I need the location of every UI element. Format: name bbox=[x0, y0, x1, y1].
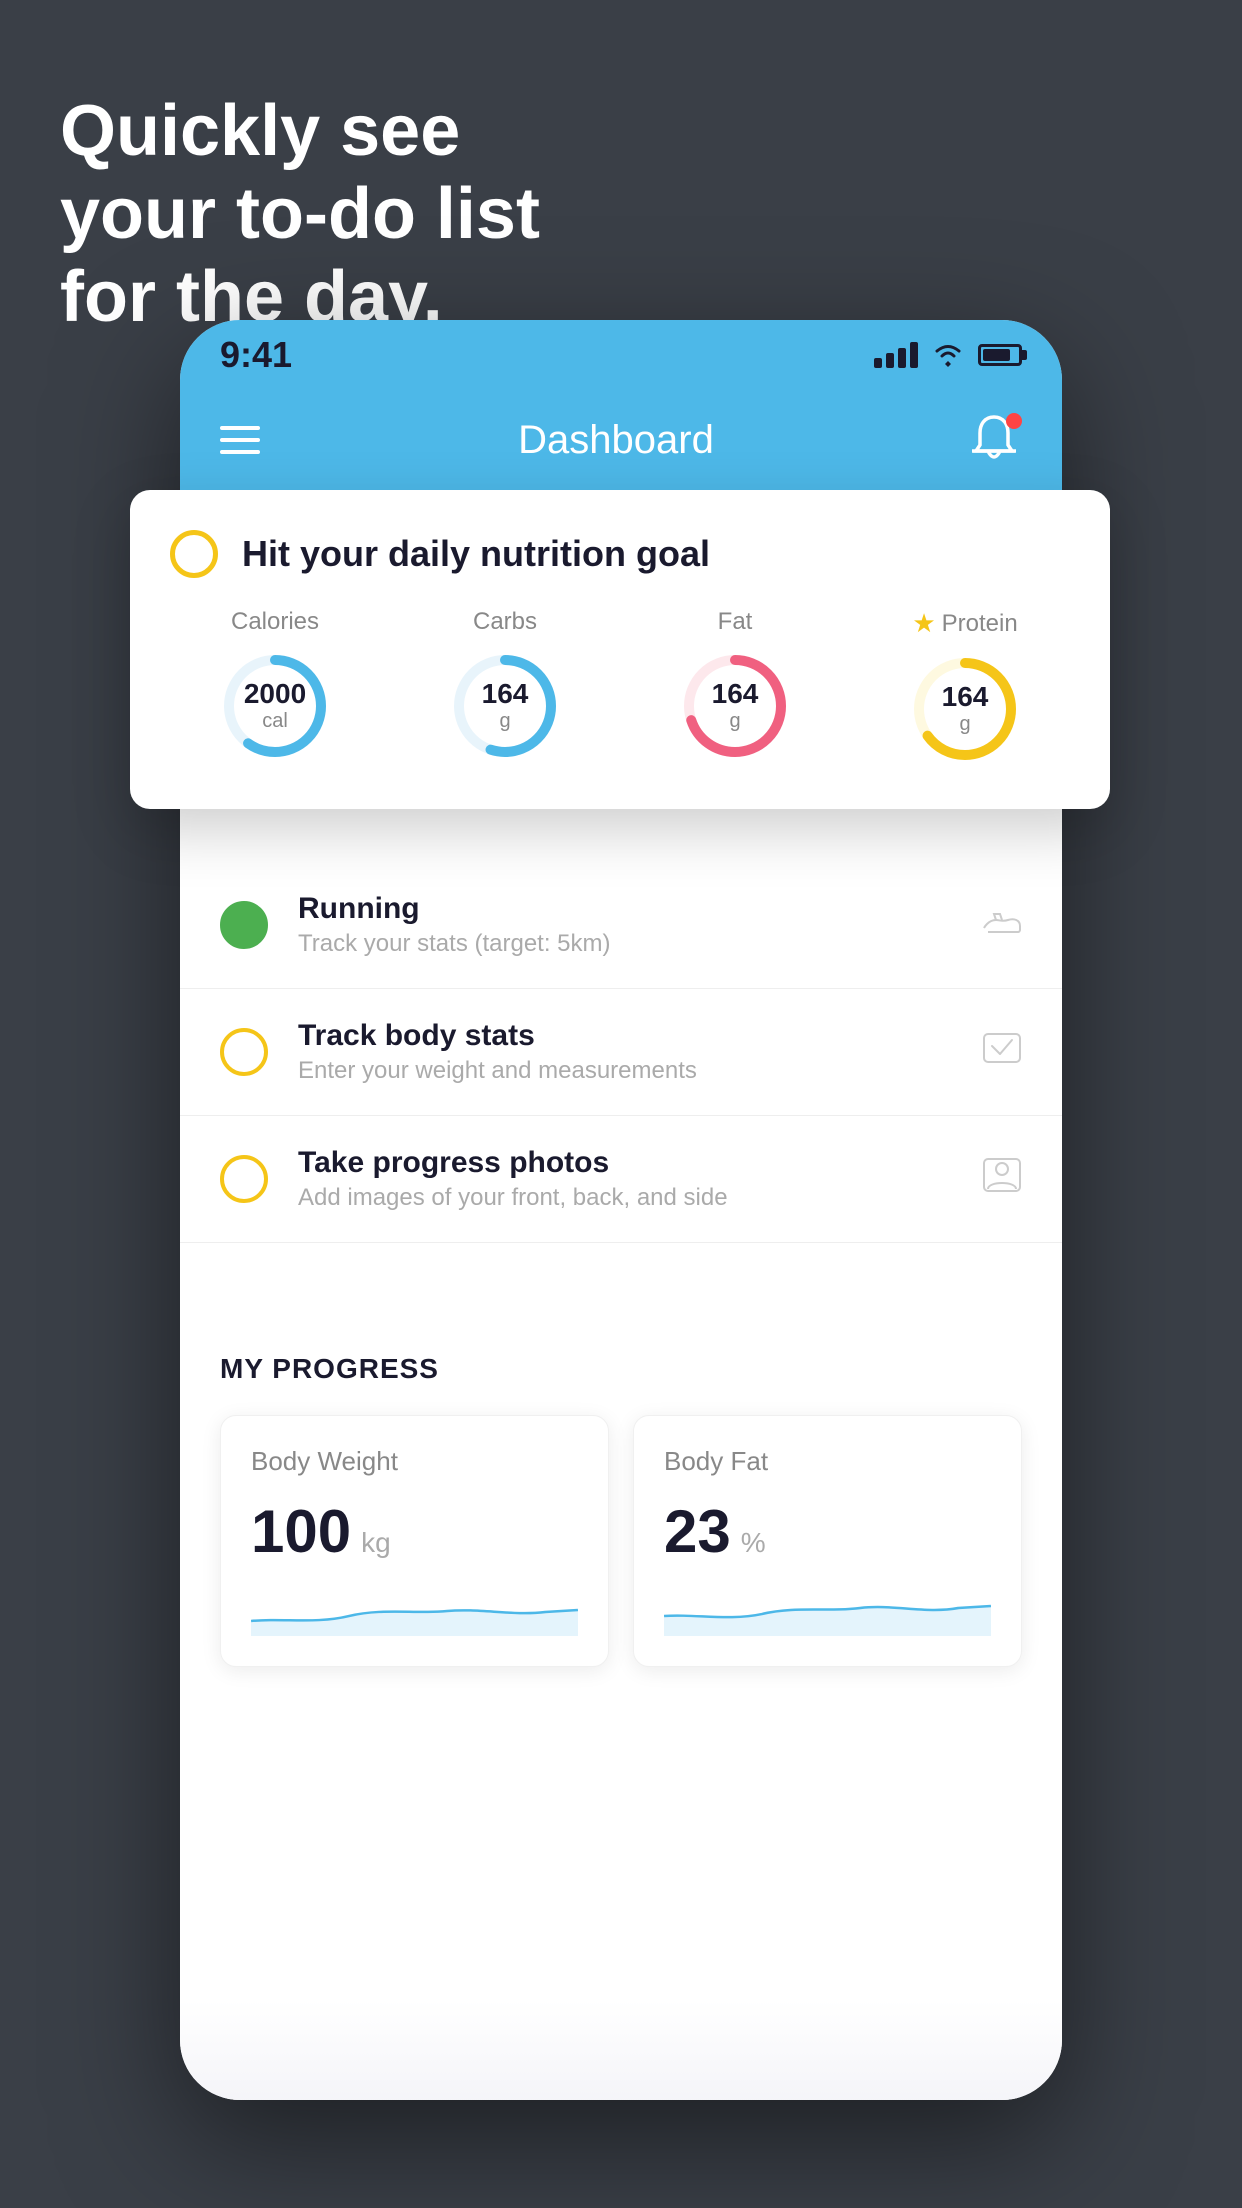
body-fat-chart bbox=[664, 1586, 991, 1636]
menu-button[interactable] bbox=[220, 426, 260, 454]
todo-title-running: Running bbox=[298, 892, 952, 926]
headline: Quickly see your to-do list for the day. bbox=[60, 90, 540, 338]
nutrition-card-title: Hit your daily nutrition goal bbox=[242, 533, 710, 575]
fat-donut: 164 g bbox=[675, 646, 795, 766]
calories-value-text: 2000 cal bbox=[244, 679, 306, 733]
notification-button[interactable] bbox=[972, 413, 1022, 467]
body-fat-card[interactable]: Body Fat 23 % bbox=[633, 1415, 1022, 1667]
todo-item-running[interactable]: Running Track your stats (target: 5km) bbox=[180, 862, 1062, 989]
body-fat-value: 23 bbox=[664, 1497, 731, 1566]
scale-icon bbox=[982, 1030, 1022, 1074]
progress-header: MY PROGRESS bbox=[220, 1353, 1022, 1385]
nutrition-carbs: Carbs 164 g bbox=[445, 608, 565, 769]
body-weight-unit: kg bbox=[361, 1527, 391, 1559]
calories-label: Calories bbox=[231, 608, 319, 636]
status-time: 9:41 bbox=[220, 334, 292, 376]
body-weight-value: 100 bbox=[251, 1497, 351, 1566]
calories-donut: 2000 cal bbox=[215, 646, 335, 766]
nutrition-calories: Calories 2000 cal bbox=[215, 608, 335, 769]
todo-check-body-stats[interactable] bbox=[220, 1028, 268, 1076]
battery-icon bbox=[978, 344, 1022, 366]
fat-value-text: 164 g bbox=[712, 679, 759, 733]
person-icon bbox=[982, 1157, 1022, 1201]
fat-label: Fat bbox=[718, 608, 753, 636]
carbs-value-text: 164 g bbox=[482, 679, 529, 733]
status-bar: 9:41 bbox=[180, 320, 1062, 390]
protein-label: ★ Protein bbox=[912, 608, 1017, 639]
protein-value-text: 164 g bbox=[942, 682, 989, 736]
body-fat-value-row: 23 % bbox=[664, 1497, 991, 1566]
protein-donut: 164 g bbox=[905, 649, 1025, 769]
carbs-donut: 164 g bbox=[445, 646, 565, 766]
nav-title: Dashboard bbox=[518, 418, 714, 463]
body-weight-value-row: 100 kg bbox=[251, 1497, 578, 1566]
todo-subtitle-body-stats: Enter your weight and measurements bbox=[298, 1057, 952, 1085]
nav-bar: Dashboard bbox=[180, 390, 1062, 490]
body-weight-card[interactable]: Body Weight 100 kg bbox=[220, 1415, 609, 1667]
nutrition-check[interactable] bbox=[170, 530, 218, 578]
nutrition-card-header: Hit your daily nutrition goal bbox=[170, 530, 1070, 578]
todo-check-running[interactable] bbox=[220, 901, 268, 949]
carbs-label: Carbs bbox=[473, 608, 537, 636]
todo-text-photos: Take progress photos Add images of your … bbox=[298, 1146, 952, 1212]
todo-item-body-stats[interactable]: Track body stats Enter your weight and m… bbox=[180, 989, 1062, 1116]
body-weight-chart bbox=[251, 1586, 578, 1636]
todo-check-photos[interactable] bbox=[220, 1155, 268, 1203]
todo-text-body-stats: Track body stats Enter your weight and m… bbox=[298, 1019, 952, 1085]
body-weight-label: Body Weight bbox=[251, 1446, 578, 1477]
status-icons bbox=[874, 342, 1022, 368]
body-fat-unit: % bbox=[741, 1527, 766, 1559]
todo-list: Running Track your stats (target: 5km) T… bbox=[180, 862, 1062, 1243]
nutrition-protein: ★ Protein 164 g bbox=[905, 608, 1025, 769]
nutrition-card: Hit your daily nutrition goal Calories 2… bbox=[130, 490, 1110, 809]
todo-subtitle-running: Track your stats (target: 5km) bbox=[298, 930, 952, 958]
todo-title-body-stats: Track body stats bbox=[298, 1019, 952, 1053]
star-icon: ★ bbox=[912, 608, 935, 639]
todo-item-photos[interactable]: Take progress photos Add images of your … bbox=[180, 1116, 1062, 1243]
progress-section: MY PROGRESS Body Weight 100 kg bbox=[180, 1303, 1062, 1667]
notification-dot bbox=[1006, 413, 1022, 429]
wifi-icon bbox=[932, 343, 964, 367]
todo-subtitle-photos: Add images of your front, back, and side bbox=[298, 1184, 952, 1212]
body-fat-label: Body Fat bbox=[664, 1446, 991, 1477]
nutrition-fat: Fat 164 g bbox=[675, 608, 795, 769]
signal-icon bbox=[874, 342, 918, 368]
shoe-icon bbox=[982, 906, 1022, 944]
progress-cards: Body Weight 100 kg Body Fat bbox=[220, 1415, 1022, 1667]
todo-title-photos: Take progress photos bbox=[298, 1146, 952, 1180]
nutrition-grid: Calories 2000 cal Carbs bbox=[170, 608, 1070, 769]
todo-text-running: Running Track your stats (target: 5km) bbox=[298, 892, 952, 958]
